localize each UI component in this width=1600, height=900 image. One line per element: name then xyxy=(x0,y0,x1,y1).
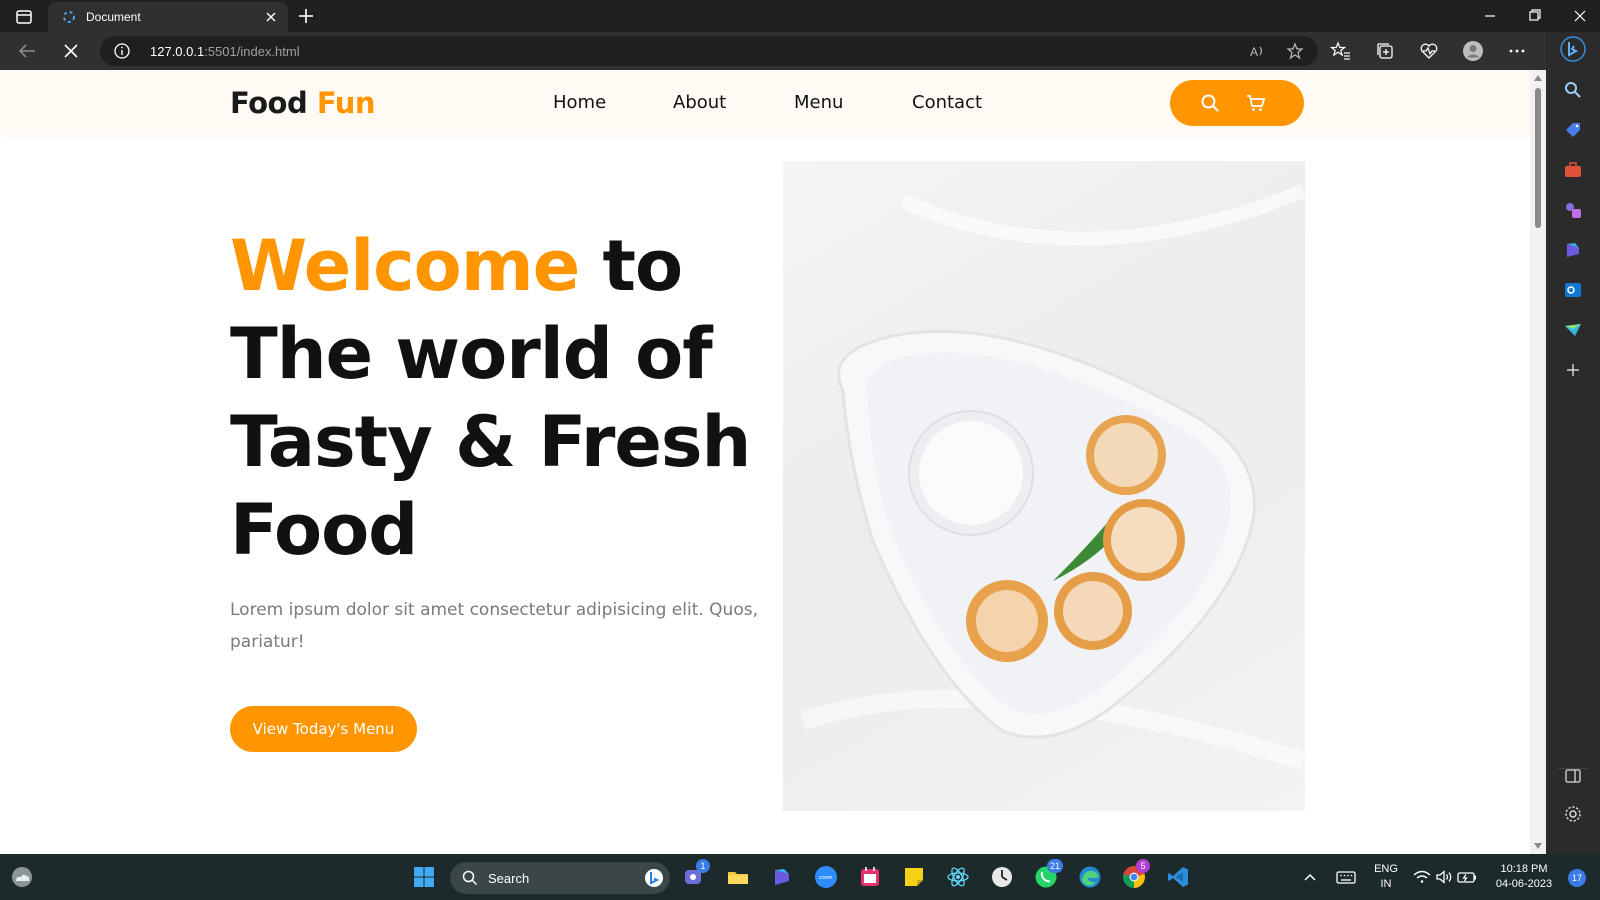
taskbar-search[interactable]: Search xyxy=(450,862,670,894)
read-aloud-icon[interactable]: A xyxy=(1248,42,1266,60)
browser-toolbar: 127.0.0.1:5501/index.html A xyxy=(0,32,1600,70)
notification-badge[interactable]: 17 xyxy=(1568,869,1586,887)
search-label: Search xyxy=(488,871,530,886)
show-hidden-icons-icon[interactable] xyxy=(1302,865,1318,889)
hide-sidebar-icon[interactable] xyxy=(1563,766,1583,786)
browser-tab[interactable]: Document xyxy=(48,2,288,32)
microsoft-365-icon[interactable] xyxy=(1563,240,1583,260)
more-options-icon[interactable] xyxy=(1506,40,1528,62)
site-info-icon[interactable] xyxy=(114,43,130,59)
react-devtools-icon[interactable] xyxy=(946,865,970,889)
wifi-icon[interactable] xyxy=(1412,865,1432,889)
url-text: 127.0.0.1:5501/index.html xyxy=(150,44,300,59)
edge-sidebar xyxy=(1546,32,1600,854)
vscode-icon[interactable] xyxy=(1166,865,1190,889)
shopping-tag-icon[interactable] xyxy=(1563,120,1583,140)
calendar-app-icon[interactable] xyxy=(858,865,882,889)
volume-icon[interactable] xyxy=(1434,865,1454,889)
tab-title: Document xyxy=(86,10,141,24)
favorites-icon[interactable] xyxy=(1330,40,1352,62)
sticky-notes-icon[interactable] xyxy=(902,865,926,889)
scroll-thumb[interactable] xyxy=(1535,88,1541,228)
svg-text:A: A xyxy=(1250,45,1258,59)
site-header: Food Fun Home About Menu Contact xyxy=(0,70,1530,134)
hero-title: Welcome to The world of Tasty & Fresh Fo… xyxy=(230,225,751,571)
scroll-up-icon[interactable] xyxy=(1533,74,1543,82)
close-window-icon[interactable] xyxy=(1568,6,1592,26)
clock-app-icon[interactable] xyxy=(990,865,1014,889)
chrome-badge: 5 xyxy=(1136,859,1150,873)
browser-essentials-icon[interactable] xyxy=(1418,40,1440,62)
system-clock[interactable]: 10:18 PM 04-06-2023 xyxy=(1486,862,1562,892)
settings-gear-icon[interactable] xyxy=(1563,804,1583,824)
nav-home[interactable]: Home xyxy=(553,92,606,113)
bing-icon xyxy=(645,869,663,887)
nav-menu[interactable]: Menu xyxy=(794,92,843,113)
teams-badge: 1 xyxy=(696,859,710,873)
input-language[interactable]: ENG IN xyxy=(1366,862,1406,892)
page-scrollbar[interactable] xyxy=(1530,70,1546,854)
bing-copilot-icon[interactable] xyxy=(1560,36,1586,62)
close-tab-icon[interactable] xyxy=(264,10,278,24)
profile-avatar-icon[interactable] xyxy=(1462,40,1484,62)
back-arrow-icon[interactable] xyxy=(16,40,38,62)
site-logo[interactable]: Food Fun xyxy=(230,86,376,120)
tab-actions-icon[interactable] xyxy=(14,7,34,27)
collections-icon[interactable] xyxy=(1374,40,1396,62)
chrome-app[interactable]: 5 xyxy=(1122,859,1150,889)
windows-taskbar: Search 1 zoom 21 5 ENG IN 10:18 PM 04-06… xyxy=(0,854,1600,900)
stop-loading-icon[interactable] xyxy=(60,40,82,62)
drop-send-icon[interactable] xyxy=(1563,320,1583,340)
nav-action-pill xyxy=(1170,80,1304,126)
new-tab-icon[interactable] xyxy=(296,6,316,26)
loading-spinner-icon xyxy=(63,11,75,23)
nav-about[interactable]: About xyxy=(673,92,726,113)
games-icon[interactable] xyxy=(1563,200,1583,220)
page-viewport: Food Fun Home About Menu Contact Welcome… xyxy=(0,70,1530,854)
food-plate-illustration xyxy=(800,184,1305,770)
restore-icon[interactable] xyxy=(1522,6,1546,26)
windows-start-icon[interactable] xyxy=(412,865,436,889)
address-bar[interactable]: 127.0.0.1:5501/index.html A xyxy=(100,36,1318,66)
search-icon[interactable] xyxy=(1563,80,1583,100)
svg-text:zoom: zoom xyxy=(819,875,833,881)
browser-tab-bar: Document xyxy=(0,0,1600,32)
tools-briefcase-icon[interactable] xyxy=(1563,160,1583,180)
battery-icon[interactable] xyxy=(1456,865,1478,889)
search-icon xyxy=(462,870,478,886)
hero-description: Lorem ipsum dolor sit amet consectetur a… xyxy=(230,600,758,652)
microsoft-365-icon[interactable] xyxy=(770,865,794,889)
whatsapp-badge: 21 xyxy=(1047,859,1063,873)
hero-food-image xyxy=(783,161,1305,811)
outlook-icon[interactable] xyxy=(1563,280,1583,300)
teams-chat-app[interactable]: 1 xyxy=(682,859,710,889)
search-icon[interactable] xyxy=(1200,93,1220,113)
nav-contact[interactable]: Contact xyxy=(912,92,982,113)
view-menu-button[interactable]: View Today's Menu xyxy=(230,706,417,752)
edge-browser-icon[interactable] xyxy=(1078,865,1102,889)
weather-icon[interactable] xyxy=(10,865,34,889)
minimize-icon[interactable] xyxy=(1478,6,1502,26)
keyboard-icon[interactable] xyxy=(1334,865,1358,889)
cart-icon[interactable] xyxy=(1246,93,1266,113)
add-sidebar-app-icon[interactable] xyxy=(1563,360,1583,380)
file-explorer-icon[interactable] xyxy=(726,865,750,889)
favorite-star-icon[interactable] xyxy=(1286,42,1304,60)
zoom-icon[interactable]: zoom xyxy=(814,865,838,889)
whatsapp-app[interactable]: 21 xyxy=(1034,859,1063,889)
scroll-down-icon[interactable] xyxy=(1533,842,1543,850)
